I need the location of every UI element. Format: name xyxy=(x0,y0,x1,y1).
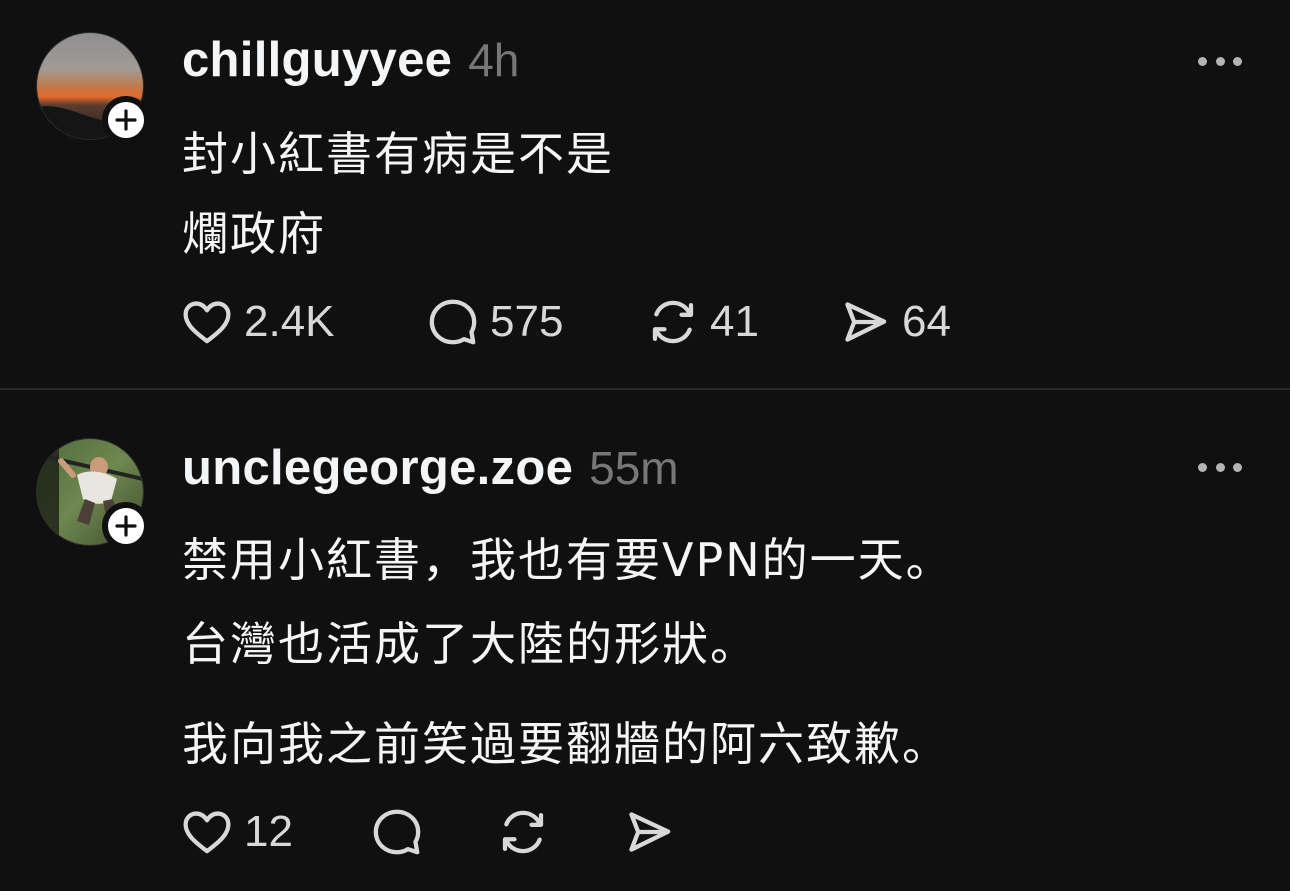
send-icon xyxy=(629,812,671,852)
repost-count: 41 xyxy=(710,297,759,346)
username[interactable]: chillguyyee xyxy=(182,32,452,88)
post-header: chillguyyee 4h xyxy=(182,32,519,92)
reply-button[interactable]: 575 xyxy=(426,295,646,349)
plus-icon xyxy=(115,515,137,537)
action-bar: 12 xyxy=(180,802,676,862)
action-bar: 2.4K 575 41 64 xyxy=(180,292,951,352)
follow-button[interactable] xyxy=(102,96,150,144)
avatar-container[interactable] xyxy=(36,438,150,550)
comment-icon xyxy=(373,809,421,855)
heart-icon xyxy=(183,811,231,854)
like-button[interactable]: 12 xyxy=(180,805,370,859)
post-time: 55m xyxy=(589,442,679,494)
share-count: 64 xyxy=(902,297,951,346)
send-icon xyxy=(845,302,887,342)
repost-icon xyxy=(652,300,694,344)
reply-button[interactable] xyxy=(370,805,496,859)
more-options-icon[interactable] xyxy=(1198,54,1242,68)
avatar-container[interactable] xyxy=(36,32,150,144)
post-text-line: 我向我之前笑過要翻牆的阿六致歉。 xyxy=(182,717,950,771)
thread-post[interactable]: unclegeorge.zoe 55m 禁用小紅書，我也有要VPN的一天。 台灣… xyxy=(0,390,1290,891)
post-header: unclegeorge.zoe 55m xyxy=(182,440,679,500)
share-button[interactable]: 64 xyxy=(838,295,951,349)
more-options-icon[interactable] xyxy=(1198,460,1242,474)
repost-icon xyxy=(502,810,544,854)
repost-button[interactable]: 41 xyxy=(646,295,838,349)
post-text-line: 台灣也活成了大陸的形狀。 xyxy=(182,617,758,671)
like-count: 2.4K xyxy=(244,297,335,346)
post-time: 4h xyxy=(468,34,520,86)
follow-button[interactable] xyxy=(102,502,150,550)
post-text-line: 禁用小紅書，我也有要VPN的一天。 xyxy=(182,533,954,587)
like-button[interactable]: 2.4K xyxy=(180,295,426,349)
like-count: 12 xyxy=(244,807,293,856)
username[interactable]: unclegeorge.zoe xyxy=(182,440,573,496)
post-text-line: 封小紅書有病是不是 xyxy=(182,127,614,181)
thread-post[interactable]: chillguyyee 4h 封小紅書有病是不是 爛政府 2.4K 575 41… xyxy=(0,0,1290,388)
share-button[interactable] xyxy=(622,805,676,859)
repost-button[interactable] xyxy=(496,805,622,859)
heart-icon xyxy=(183,301,231,344)
reply-count: 575 xyxy=(490,297,564,346)
comment-icon xyxy=(429,299,477,345)
plus-icon xyxy=(115,109,137,131)
post-text-line: 爛政府 xyxy=(182,207,326,261)
